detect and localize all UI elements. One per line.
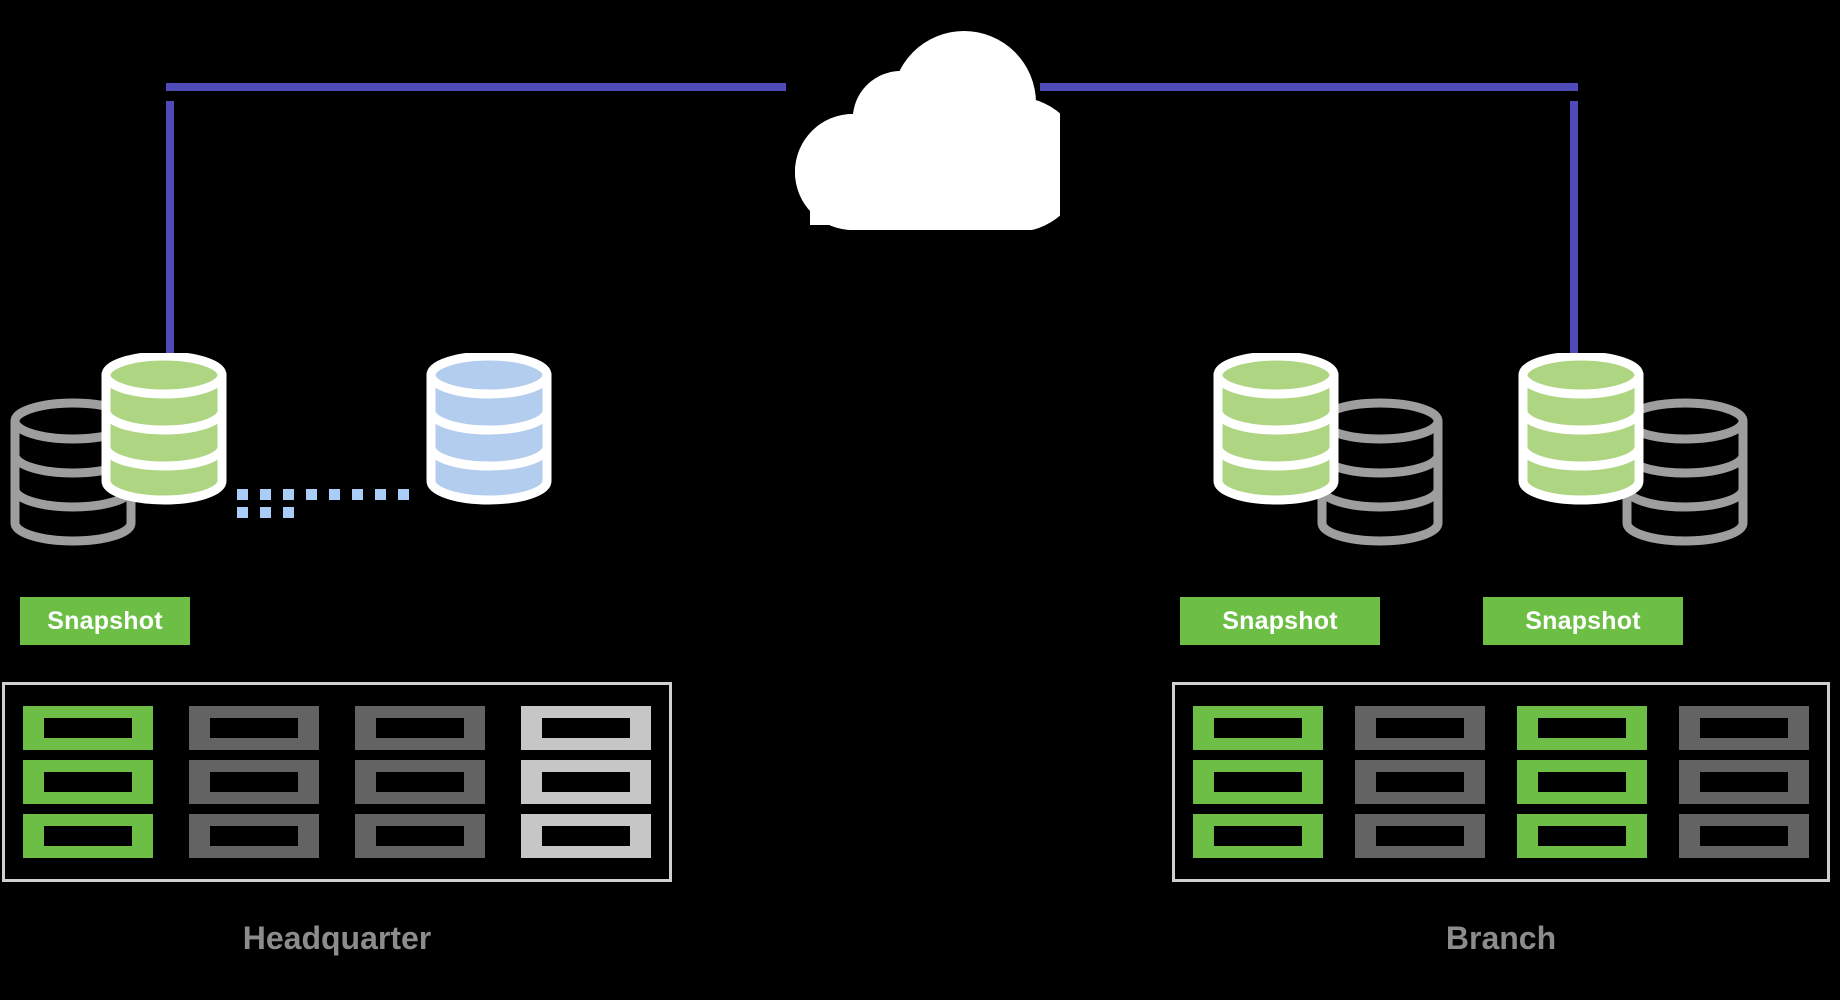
snapshot-badge-branch-2[interactable]: Snapshot: [1483, 597, 1683, 645]
rack-blade-slot: [44, 826, 132, 846]
rack-blade-slot: [1538, 718, 1626, 738]
snapshot-badge-label: Snapshot: [1525, 606, 1641, 635]
rack-blade[interactable]: [1517, 760, 1647, 804]
rack-blade-slot: [376, 772, 464, 792]
rack-blade[interactable]: [189, 760, 319, 804]
rack-blade-slot: [1214, 826, 1302, 846]
rack-blade-slot: [210, 826, 298, 846]
rack-blade[interactable]: [1679, 706, 1809, 750]
rack-blade[interactable]: [355, 814, 485, 858]
database-hq-green: [100, 353, 228, 505]
rack-blade-slot: [1700, 718, 1788, 738]
rack-blade-slot: [1700, 826, 1788, 846]
database-branch-green-1: [1212, 353, 1340, 505]
rack-blade[interactable]: [1679, 814, 1809, 858]
rack-row: [5, 814, 669, 858]
snapshot-badge-branch-1[interactable]: Snapshot: [1180, 597, 1380, 645]
database-hq-blue: [425, 353, 553, 505]
rack-blade[interactable]: [521, 814, 651, 858]
rack-blade-slot: [1376, 772, 1464, 792]
rack-blade[interactable]: [355, 760, 485, 804]
rack-blade[interactable]: [1355, 814, 1485, 858]
rack-branch[interactable]: [1172, 682, 1830, 882]
wire-branch-horizontal: [1040, 83, 1578, 91]
rack-blade-slot: [542, 826, 630, 846]
dot: [398, 489, 409, 500]
dot: [306, 489, 317, 500]
rack-row: [5, 760, 669, 804]
rack-blade-slot: [376, 826, 464, 846]
rack-row: [1175, 760, 1827, 804]
dot: [260, 507, 271, 518]
rack-blade[interactable]: [1517, 814, 1647, 858]
diagram-canvas: Snapshot Headquarter Snapshot Snapshot B…: [0, 0, 1840, 1000]
dot: [260, 489, 271, 500]
cloud-icon: [750, 25, 1060, 230]
rack-blade[interactable]: [23, 760, 153, 804]
rack-blade[interactable]: [1193, 760, 1323, 804]
wire-hq-horizontal: [166, 83, 786, 91]
rack-blade-slot: [1538, 772, 1626, 792]
rack-blade[interactable]: [23, 814, 153, 858]
rack-blade-slot: [210, 772, 298, 792]
dot: [352, 489, 363, 500]
site-label-branch: Branch: [1445, 920, 1557, 956]
dot: [375, 489, 386, 500]
snapshot-badge-hq[interactable]: Snapshot: [20, 597, 190, 645]
rack-blade[interactable]: [1193, 706, 1323, 750]
database-branch-green-2: [1517, 353, 1645, 505]
rack-blade[interactable]: [1679, 760, 1809, 804]
dot: [283, 507, 294, 518]
rack-headquarter[interactable]: [2, 682, 672, 882]
snapshot-badge-label: Snapshot: [1222, 606, 1338, 635]
dot: [237, 489, 248, 500]
dot: [237, 507, 248, 518]
rack-blade-slot: [1214, 718, 1302, 738]
rack-blade[interactable]: [1517, 706, 1647, 750]
rack-blade[interactable]: [189, 814, 319, 858]
rack-blade[interactable]: [355, 706, 485, 750]
rack-blade[interactable]: [189, 706, 319, 750]
rack-blade-slot: [1376, 826, 1464, 846]
rack-row: [1175, 706, 1827, 750]
rack-row: [5, 706, 669, 750]
site-label-headquarter: Headquarter: [242, 920, 432, 956]
rack-blade[interactable]: [521, 706, 651, 750]
rack-blade-slot: [542, 772, 630, 792]
rack-blade[interactable]: [23, 706, 153, 750]
dot: [283, 489, 294, 500]
rack-blade[interactable]: [1355, 706, 1485, 750]
rack-blade-slot: [1214, 772, 1302, 792]
rack-blade-slot: [542, 718, 630, 738]
rack-blade[interactable]: [1193, 814, 1323, 858]
rack-blade-slot: [1376, 718, 1464, 738]
rack-blade-slot: [376, 718, 464, 738]
rack-blade-slot: [1700, 772, 1788, 792]
rack-blade[interactable]: [521, 760, 651, 804]
dot: [329, 489, 340, 500]
rack-blade-slot: [210, 718, 298, 738]
rack-blade-slot: [1538, 826, 1626, 846]
rack-blade-slot: [44, 718, 132, 738]
rack-blade[interactable]: [1355, 760, 1485, 804]
snapshot-badge-label: Snapshot: [47, 606, 163, 635]
rack-blade-slot: [44, 772, 132, 792]
rack-row: [1175, 814, 1827, 858]
link-hq-green-to-blue: [237, 487, 427, 518]
